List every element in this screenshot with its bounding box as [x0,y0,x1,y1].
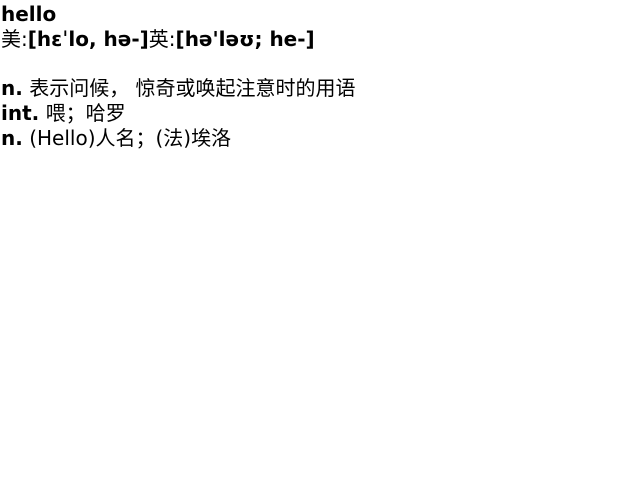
part-of-speech: int. [1,101,40,125]
definition-text: (Hello)人名；(法)埃洛 [22,126,232,150]
definition-text: 表示问候， 惊奇或唤起注意时的用语 [22,76,356,100]
uk-phonetic: [hə'ləʊ; he-] [175,27,315,51]
definition-text: 喂；哈罗 [39,101,126,125]
definition-line: int. 喂；哈罗 [1,101,637,126]
part-of-speech: n. [1,126,23,150]
part-of-speech: n. [1,76,23,100]
us-phonetic: [hɛˈlo, hə-] [27,27,149,51]
uk-phonetic-label: 英: [148,27,176,51]
headword: hello [1,2,57,26]
definition-line: n. (Hello)人名；(法)埃洛 [1,126,637,151]
dictionary-entry: hello 美:[hɛˈlo, hə-]英:[hə'ləʊ; he-] n. 表… [1,2,637,151]
definition-line: n. 表示问候， 惊奇或唤起注意时的用语 [1,76,637,101]
us-phonetic-label: 美: [1,27,28,51]
pronunciation-line: 美:[hɛˈlo, hə-]英:[hə'ləʊ; he-] [1,26,637,52]
